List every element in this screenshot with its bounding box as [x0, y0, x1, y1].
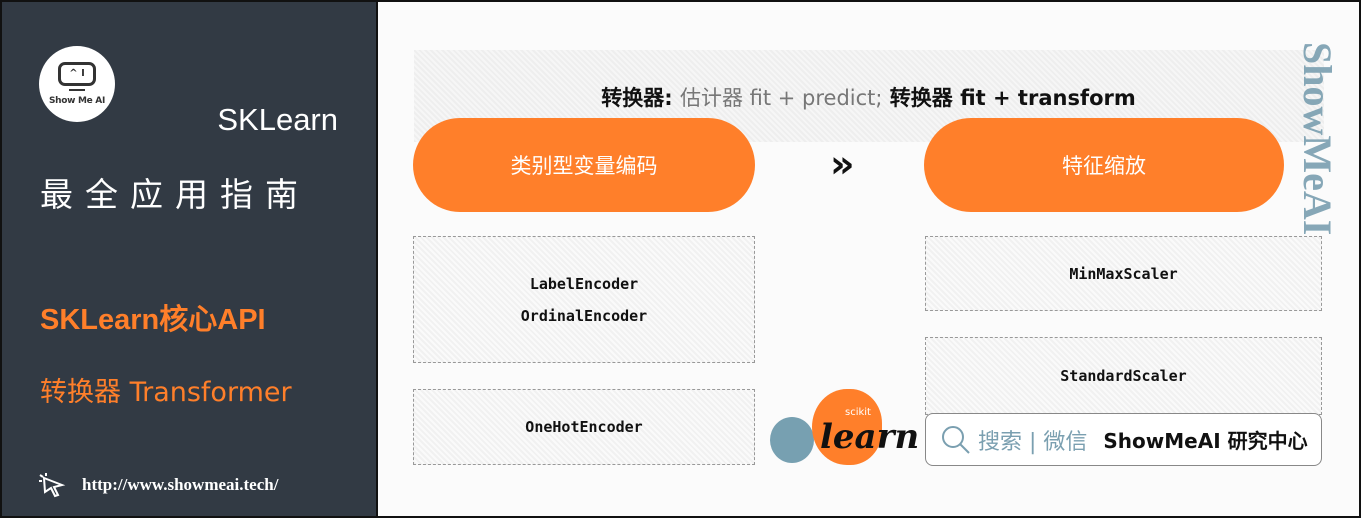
- minmax-scaler: MinMaxScaler: [1069, 264, 1178, 283]
- double-chevron-icon: »: [830, 142, 854, 186]
- search-icon: [942, 425, 970, 454]
- url-text[interactable]: http://www.showmeai.tech/: [82, 475, 278, 495]
- standard-scaler: StandardScaler: [1060, 367, 1187, 385]
- showmeai-logo: ^ I Show Me AI: [39, 46, 115, 122]
- header-text: 转换器: 估计器 fit + predict; 转换器 fit + transf…: [378, 82, 1359, 112]
- logo-learn: learn: [820, 417, 920, 457]
- subsection-title: 转换器 Transformer: [40, 377, 292, 408]
- header-bold: 转换器:: [601, 86, 673, 110]
- pill-categorical-encoding: 类别型变量编码: [413, 118, 755, 212]
- ordinal-encoder: OrdinalEncoder: [520, 306, 648, 325]
- header-estimator: 估计器 fit + predict;: [679, 86, 883, 110]
- onehot-encoder: OneHotEncoder: [525, 418, 643, 436]
- robot-face-icon: ^ I: [58, 62, 96, 86]
- main-panel: 转换器: 估计器 fit + predict; 转换器 fit + transf…: [378, 0, 1361, 518]
- brand-name: ShowMeAI 研究中心: [1103, 429, 1308, 453]
- section-title: SKLearn核心API: [40, 304, 266, 336]
- title-en: SKLearn: [217, 102, 338, 137]
- website-link[interactable]: http://www.showmeai.tech/: [38, 472, 278, 498]
- search-label: 搜索 | 微信: [978, 429, 1088, 455]
- standard-box: StandardScaler: [925, 337, 1322, 415]
- encoder-box: LabelEncoder OrdinalEncoder: [413, 236, 755, 363]
- minmax-box: MinMaxScaler: [925, 236, 1322, 311]
- header-transformer: 转换器 fit + transform: [889, 86, 1136, 110]
- cursor-click-icon: [39, 473, 66, 498]
- title-cn: 最全应用指南: [40, 175, 310, 214]
- label-encoder: LabelEncoder: [529, 274, 639, 293]
- sidebar: ^ I Show Me AI SKLearn 最全应用指南 SKLearn核心A…: [0, 0, 378, 518]
- search-banner: 搜索 | 微信 ShowMeAI 研究中心: [925, 413, 1322, 466]
- pill-feature-scaling: 特征缩放: [924, 118, 1284, 212]
- logo-text: Show Me AI: [48, 96, 106, 106]
- watermark: ShowMeAI: [1295, 42, 1340, 236]
- onehot-box: OneHotEncoder: [413, 389, 755, 465]
- stand-icon: [69, 89, 85, 91]
- sklearn-logo: scikit learn: [770, 387, 920, 467]
